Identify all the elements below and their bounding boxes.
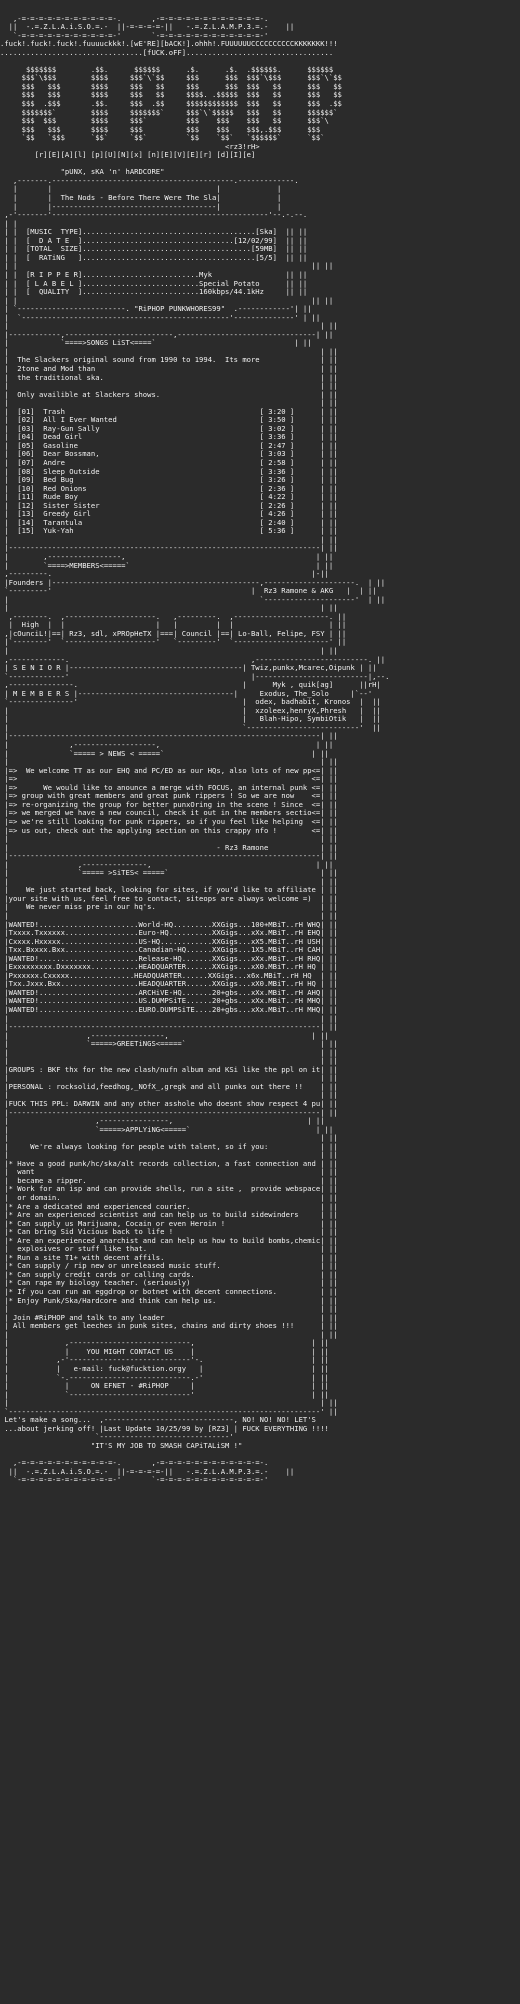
nfo-ascii-art: ,-=-=-=-=-=-=-=-=-=-=-=-. ,-=-=-=-=-=-=-… xyxy=(0,13,390,1485)
nfo-document: ,-=-=-=-=-=-=-=-=-=-=-=-. ,-=-=-=-=-=-=-… xyxy=(0,0,520,1485)
